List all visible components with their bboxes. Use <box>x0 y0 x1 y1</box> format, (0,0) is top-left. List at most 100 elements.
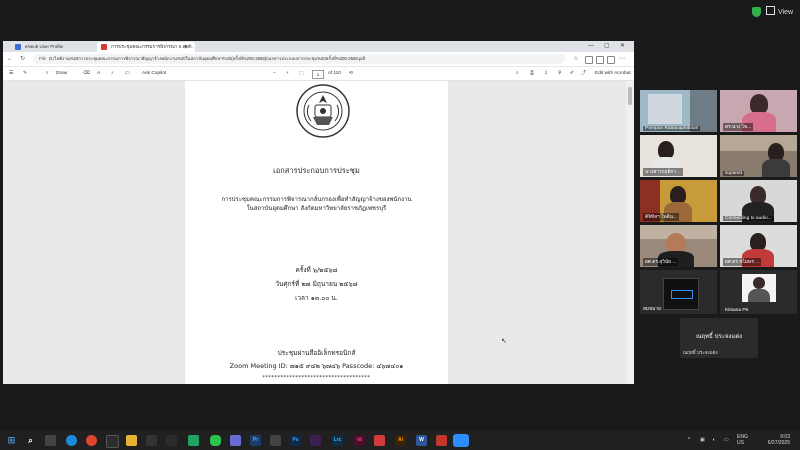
photoshop-icon[interactable]: Ps <box>290 435 301 446</box>
participant-name: ผศ.ดร.สุวินัย ... <box>643 258 679 266</box>
address-field[interactable]: File D:/ไฟล์งาน%20การประชุมคณะกรรมการพิจา… <box>33 54 565 64</box>
draw-icon[interactable]: ▿ <box>46 67 48 80</box>
address-text: D:/ไฟล์งาน%20การประชุมคณะกรรมการพิจารณาส… <box>48 56 365 61</box>
indesign-icon[interactable]: Id <box>354 435 365 446</box>
share-icon[interactable]: ⤴ <box>581 67 586 80</box>
participant-tile[interactable]: Connecting to audio... <box>720 180 797 222</box>
session-number: ครั้งที่ ๖/๒๕๖๘ <box>295 266 338 274</box>
participant-tile[interactable]: นางสาวกฤติกา ... <box>640 135 717 177</box>
contents-icon[interactable]: ☰ <box>9 67 13 80</box>
grid-icon <box>766 6 775 15</box>
app-icon[interactable] <box>374 435 385 446</box>
meeting-channel: ประชุมผ่านสื่ออิเล็กทรอนิกส์ <box>277 349 356 357</box>
search-icon[interactable]: ⌕ <box>516 67 519 80</box>
tab-pdf-document[interactable]: การประชุมคณะกรรมการพิจารณา 6 256... × <box>97 42 195 52</box>
back-icon[interactable]: ← <box>7 55 13 63</box>
erase-icon[interactable]: ⌫ <box>83 67 90 80</box>
document-title: เอกสารประกอบการประชุม <box>273 166 360 175</box>
task-view-icon[interactable] <box>45 435 56 446</box>
participant-tile[interactable]: ดร.นาง ไพ... <box>720 90 797 132</box>
app-icon[interactable] <box>166 435 177 446</box>
participant-tile[interactable]: ดิจิทัลฯ ไพลิน... <box>640 180 717 222</box>
illustrator-icon[interactable]: Ai <box>395 435 406 446</box>
participant-name: ผศ.ดร.ชไมพร ... <box>723 258 762 266</box>
maximize-button[interactable]: ▢ <box>604 41 610 52</box>
print-icon[interactable]: ⎙ <box>530 67 534 80</box>
participant-name-card[interactable]: ณฤทธิ์ ประจงแต่ง ณฤทธิ์ ประจงแต่ง <box>680 318 758 358</box>
excel-icon[interactable] <box>188 435 199 446</box>
app-icon[interactable] <box>270 435 281 446</box>
zoom-icon[interactable] <box>453 434 469 447</box>
draw-button[interactable]: Draw <box>56 67 67 80</box>
chevron-up-icon[interactable]: ^ <box>688 437 690 444</box>
chrome-icon[interactable] <box>86 435 97 446</box>
edge-icon[interactable] <box>66 435 77 446</box>
view-label: View <box>778 9 794 16</box>
close-icon[interactable]: × <box>188 42 192 52</box>
volume-icon[interactable]: ◖ <box>712 437 715 444</box>
highlight-icon[interactable]: ✎ <box>23 67 27 80</box>
participant-tile[interactable]: ผศ.ดร.สุวินัย ... <box>640 225 717 267</box>
app-icon[interactable] <box>310 435 321 446</box>
tab-user-profile[interactable]: eNeub User Profile × <box>11 42 109 52</box>
participant-avatar <box>663 278 699 310</box>
lightroom-icon[interactable]: Lrc <box>332 435 343 446</box>
pin-icon[interactable]: ⚲ <box>558 67 562 80</box>
minimize-button[interactable]: — <box>588 41 594 52</box>
zoom-in-button[interactable]: + <box>286 67 289 80</box>
participant-name: นางสาวกฤติกา ... <box>643 168 684 176</box>
split-screen-icon[interactable] <box>585 56 593 64</box>
app-icon[interactable] <box>106 435 119 448</box>
meeting-time: เวลา ๑๓.๐๐ น. <box>295 294 338 302</box>
reload-icon[interactable]: ↻ <box>20 55 25 63</box>
participant-avatar <box>742 274 776 302</box>
new-tab-button[interactable]: + <box>183 41 188 52</box>
extensions-icon[interactable] <box>607 56 615 64</box>
app-icon[interactable] <box>436 435 447 446</box>
participant-name: Connecting to audio... <box>723 216 774 221</box>
zoom-out-button[interactable]: − <box>273 67 276 80</box>
rotate-icon[interactable]: ⟲ <box>349 67 353 80</box>
favorites-icon[interactable] <box>596 56 604 64</box>
search-icon[interactable]: ⌕ <box>25 435 36 446</box>
app-icon[interactable] <box>146 435 157 446</box>
word-icon[interactable]: W <box>416 435 427 446</box>
fit-page-icon[interactable]: ⬚ <box>299 67 304 80</box>
app-icon[interactable] <box>230 435 241 446</box>
clock[interactable]: 9:03 6/27/2025 <box>758 434 790 446</box>
file-explorer-icon[interactable] <box>126 435 137 446</box>
ask-copilot-button[interactable]: Ask Copilot <box>142 67 166 80</box>
battery-icon[interactable]: ▭ <box>724 437 729 444</box>
scroll-thumb[interactable] <box>628 87 632 105</box>
view-button[interactable]: View <box>766 6 793 16</box>
more-menu-icon[interactable]: ⋯ <box>619 55 625 63</box>
view-icon[interactable]: ▭ <box>125 67 130 80</box>
participant-name: supanet <box>723 171 745 176</box>
line-icon[interactable] <box>210 435 221 446</box>
mouse-cursor-icon: ↖ <box>501 338 507 345</box>
text-icon[interactable]: A <box>97 67 100 80</box>
page-total: of 110 <box>328 71 341 76</box>
windows-start-icon[interactable]: ⊞ <box>6 435 17 446</box>
read-aloud-icon[interactable]: ♪ <box>111 67 113 80</box>
close-window-button[interactable]: ✕ <box>620 41 625 52</box>
pdf-page: เอกสารประกอบการประชุม การประชุมคณะกรรมกา… <box>185 81 448 384</box>
participant-name: Pornpun Rattanaphiboon <box>643 126 701 131</box>
participant-tile[interactable]: Kitsana PK <box>720 270 797 314</box>
zoom-top-bar: View <box>0 0 800 24</box>
edit-with-acrobat-button[interactable]: Edit with Acrobat <box>595 67 631 80</box>
page-number-input[interactable]: 1 <box>312 70 324 79</box>
vertical-scrollbar[interactable] <box>626 81 634 384</box>
tab-label: eNeub User Profile <box>25 44 64 49</box>
save-icon[interactable]: ⇩ <box>544 67 548 80</box>
participant-tile[interactable]: supanet <box>720 135 797 177</box>
participant-tile[interactable]: Pornpun Rattanaphiboon <box>640 90 717 132</box>
star-icon[interactable]: ☆ <box>573 55 578 63</box>
participant-name: Kitsana PK <box>725 308 749 313</box>
edit-icon[interactable]: ✐ <box>570 67 574 80</box>
network-icon[interactable]: ▣ <box>700 437 705 444</box>
premiere-icon[interactable]: Pr <box>250 435 261 446</box>
language-indicator[interactable]: ENG US <box>737 434 748 446</box>
tab-label: การประชุมคณะกรรมการพิจารณา 6 256... <box>111 44 194 49</box>
participant-tile[interactable]: ผศ.ดร.ชไมพร ... <box>720 225 797 267</box>
